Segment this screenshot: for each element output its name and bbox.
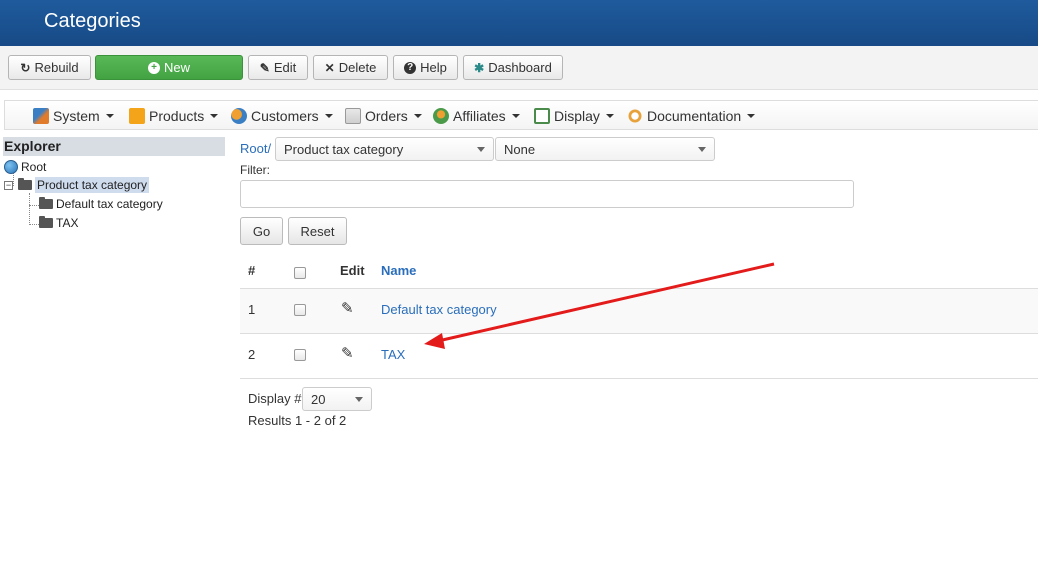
annotation-arrow xyxy=(424,262,775,349)
arrow-head-icon xyxy=(424,333,445,349)
arrow-line xyxy=(437,262,775,343)
